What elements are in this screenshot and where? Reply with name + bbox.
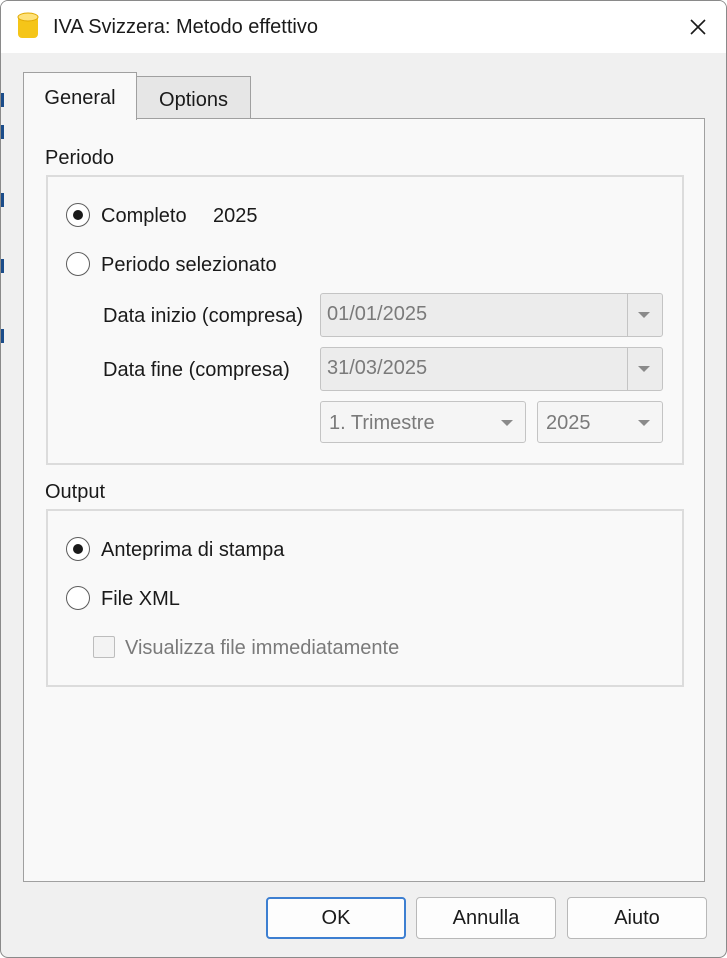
tab-general[interactable]: General — [23, 72, 137, 120]
completo-radio[interactable] — [66, 203, 90, 227]
window-title: IVA Svizzera: Metodo effettivo — [53, 16, 318, 38]
visualizza-checkbox[interactable] — [93, 636, 115, 658]
chevron-down-icon — [638, 366, 650, 372]
tab-options[interactable]: Options — [137, 76, 251, 119]
anno-select[interactable]: 2025 — [537, 401, 663, 443]
data-fine-value: 31/03/2025 — [327, 357, 428, 379]
data-fine-combo[interactable]: 31/03/2025 — [320, 347, 663, 391]
trimestre-select[interactable]: 1. Trimestre — [320, 401, 526, 443]
anteprima-label[interactable]: Anteprima di stampa — [101, 539, 284, 562]
close-icon — [690, 19, 706, 35]
ok-button[interactable]: OK — [266, 897, 406, 939]
data-inizio-label: Data inizio (compresa) — [103, 305, 304, 327]
chevron-down-icon — [638, 312, 650, 318]
visualizza-label[interactable]: Visualizza file immediatamente — [125, 637, 399, 660]
title-bar: IVA Svizzera: Metodo effettivo — [1, 1, 726, 53]
periodo-section-label: Periodo — [45, 147, 114, 169]
completo-year: 2025 — [213, 205, 258, 227]
chevron-down-icon — [638, 420, 650, 426]
dialog-window: IVA Svizzera: Metodo effettivo General O… — [0, 0, 727, 958]
completo-label[interactable]: Completo — [101, 205, 187, 228]
data-inizio-combo[interactable]: 01/01/2025 — [320, 293, 663, 337]
annulla-button[interactable]: Annulla — [416, 897, 556, 939]
background-window-edge — [1, 53, 23, 883]
output-section-label: Output — [45, 481, 106, 503]
anno-value: 2025 — [546, 412, 591, 434]
anteprima-radio[interactable] — [66, 537, 90, 561]
periodo-selezionato-label[interactable]: Periodo selezionato — [101, 254, 277, 277]
aiuto-button[interactable]: Aiuto — [567, 897, 707, 939]
data-fine-label: Data fine (compresa) — [103, 359, 290, 381]
trimestre-value: 1. Trimestre — [329, 412, 435, 434]
file-xml-radio[interactable] — [66, 586, 90, 610]
database-icon — [17, 12, 39, 38]
data-inizio-value: 01/01/2025 — [327, 303, 428, 325]
chevron-down-icon — [501, 420, 513, 426]
file-xml-label[interactable]: File XML — [101, 588, 180, 611]
close-button[interactable] — [670, 1, 726, 53]
periodo-selezionato-radio[interactable] — [66, 252, 90, 276]
